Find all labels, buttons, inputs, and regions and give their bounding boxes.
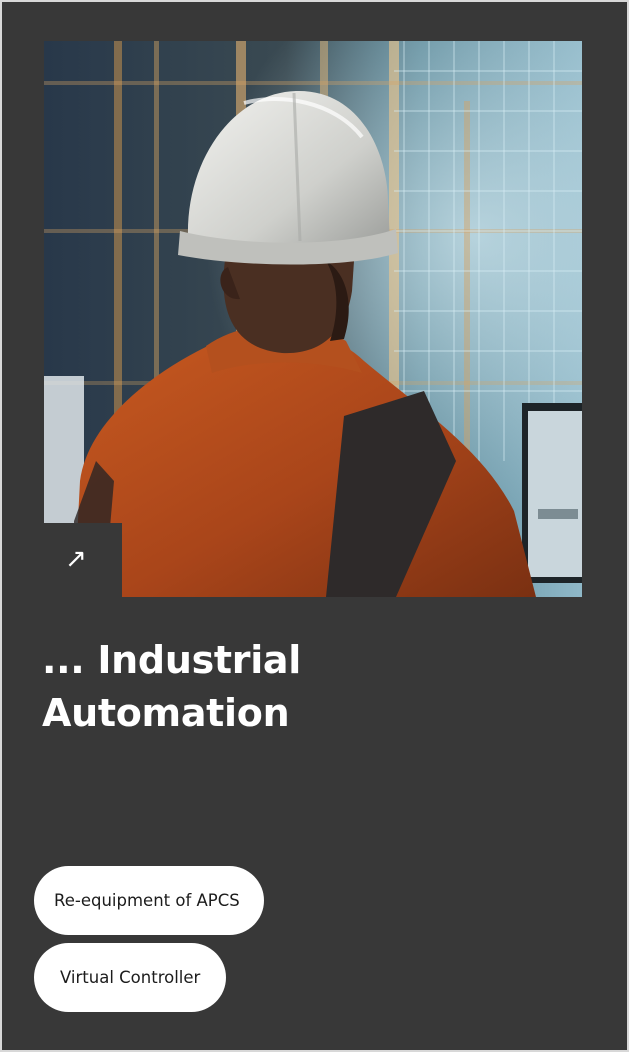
tag-virtual-controller[interactable]: Virtual Controller bbox=[34, 943, 227, 1012]
card-title-line-1: ... Industrial bbox=[42, 638, 301, 682]
arrow-up-right-icon: ↗ bbox=[65, 544, 87, 574]
card-title-line-2: Automation bbox=[42, 691, 290, 735]
service-card[interactable]: ↗ ... Industrial Automation Re-equipment… bbox=[2, 2, 627, 1050]
tag-re-equipment-of-apcs[interactable]: Re-equipment of APCS bbox=[34, 866, 264, 935]
engineer-illustration bbox=[44, 41, 582, 597]
open-link-button[interactable]: ↗ bbox=[44, 523, 122, 597]
tag-list: Re-equipment of APCS Virtual Controller bbox=[34, 866, 264, 1012]
hero-image-engineer: ↗ bbox=[44, 41, 582, 597]
card-title: ... Industrial Automation bbox=[42, 634, 562, 740]
